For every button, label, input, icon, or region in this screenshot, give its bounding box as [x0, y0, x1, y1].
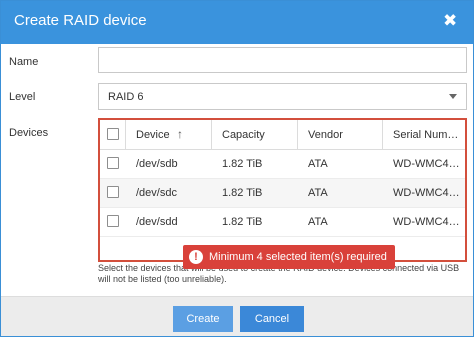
column-header-capacity[interactable]: Capacity — [222, 129, 265, 141]
capacity-cell: 1.82 TiB — [222, 187, 263, 199]
device-cell: /dev/sdd — [136, 216, 178, 228]
column-header-device[interactable]: Device — [136, 129, 170, 141]
table-row[interactable]: /dev/sdc 1.82 TiB ATA WD-WMC4… — [100, 179, 465, 208]
serial-cell: WD-WMC4… — [393, 187, 460, 199]
table-row[interactable]: /dev/sdb 1.82 TiB ATA WD-WMC4… — [100, 150, 465, 179]
vendor-cell: ATA — [308, 216, 328, 228]
cancel-button[interactable]: Cancel — [240, 306, 304, 332]
vendor-cell: ATA — [308, 187, 328, 199]
name-label: Name — [9, 56, 39, 68]
table-row[interactable]: /dev/sdd 1.82 TiB ATA WD-WMC4… — [100, 208, 465, 237]
device-cell: /dev/sdb — [136, 158, 178, 170]
dialog-footer: Create Cancel — [1, 296, 473, 336]
device-cell: /dev/sdc — [136, 187, 177, 199]
create-raid-dialog: Create RAID device ✖ Name Level RAID 6 D… — [0, 0, 474, 337]
devices-label: Devices — [9, 127, 49, 139]
row-checkbox[interactable] — [107, 157, 119, 169]
chevron-down-icon[interactable] — [449, 94, 457, 99]
dialog-titlebar: Create RAID device ✖ — [1, 1, 473, 44]
column-header-serial[interactable]: Serial Num… — [393, 129, 458, 141]
create-button[interactable]: Create — [173, 306, 233, 332]
column-header-vendor[interactable]: Vendor — [308, 129, 343, 141]
capacity-cell: 1.82 TiB — [222, 216, 263, 228]
level-label: Level — [9, 91, 36, 103]
name-input[interactable] — [98, 47, 467, 73]
column-separator — [211, 120, 212, 150]
capacity-cell: 1.82 TiB — [222, 158, 263, 170]
column-separator — [382, 120, 383, 150]
close-icon[interactable]: ✖ — [443, 12, 457, 30]
devices-grid: Device ↑ Capacity Vendor Serial Num… /de… — [98, 118, 467, 262]
column-separator — [297, 120, 298, 150]
row-checkbox[interactable] — [107, 215, 119, 227]
serial-cell: WD-WMC4… — [393, 158, 460, 170]
error-message: Minimum 4 selected item(s) required — [209, 251, 387, 263]
column-separator — [125, 120, 126, 150]
validation-error-tooltip: ! Minimum 4 selected item(s) required — [183, 245, 395, 269]
vendor-cell: ATA — [308, 158, 328, 170]
grid-header: Device ↑ Capacity Vendor Serial Num… — [100, 120, 465, 150]
level-select[interactable]: RAID 6 — [98, 83, 467, 110]
row-checkbox[interactable] — [107, 186, 119, 198]
sort-ascending-icon[interactable]: ↑ — [177, 127, 183, 141]
select-all-checkbox[interactable] — [107, 128, 119, 140]
error-icon: ! — [189, 250, 203, 264]
level-selected-value: RAID 6 — [108, 91, 144, 103]
serial-cell: WD-WMC4… — [393, 216, 460, 228]
dialog-title: Create RAID device — [14, 12, 147, 29]
